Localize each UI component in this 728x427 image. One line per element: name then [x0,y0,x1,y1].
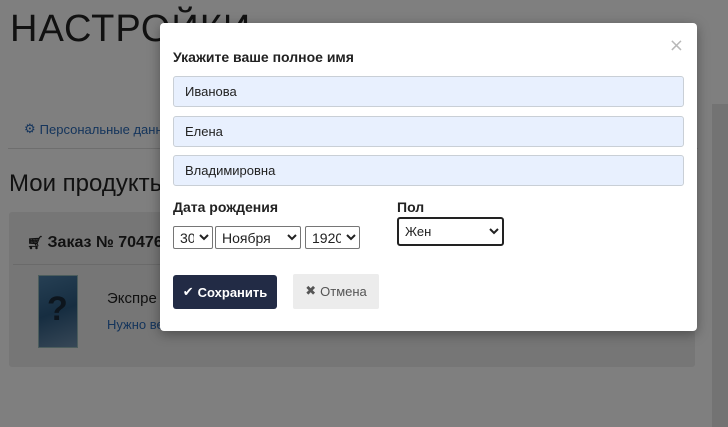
cancel-button-label: Отмена [320,284,367,299]
check-icon: ✔ [182,284,194,300]
times-icon: ✖ [305,284,317,299]
birth-date-label: Дата рождения [173,199,279,215]
birth-day-select[interactable]: 30 [173,226,213,249]
gender-label: Пол [397,199,425,215]
first-name-field[interactable] [173,116,684,147]
gender-select[interactable]: Жен [397,217,504,246]
last-name-field[interactable] [173,76,684,107]
save-button[interactable]: ✔ Сохранить [173,275,277,309]
full-name-modal: × Укажите ваше полное имя Дата рождения … [160,23,697,331]
close-icon[interactable]: × [669,35,684,56]
modal-heading: Укажите ваше полное имя [173,49,354,65]
save-button-label: Сохранить [197,284,268,300]
middle-name-field[interactable] [173,155,684,186]
birth-month-select[interactable]: Ноября [215,226,301,249]
birth-year-select[interactable]: 1920 [305,226,360,249]
cancel-button[interactable]: ✖ Отмена [293,274,379,309]
